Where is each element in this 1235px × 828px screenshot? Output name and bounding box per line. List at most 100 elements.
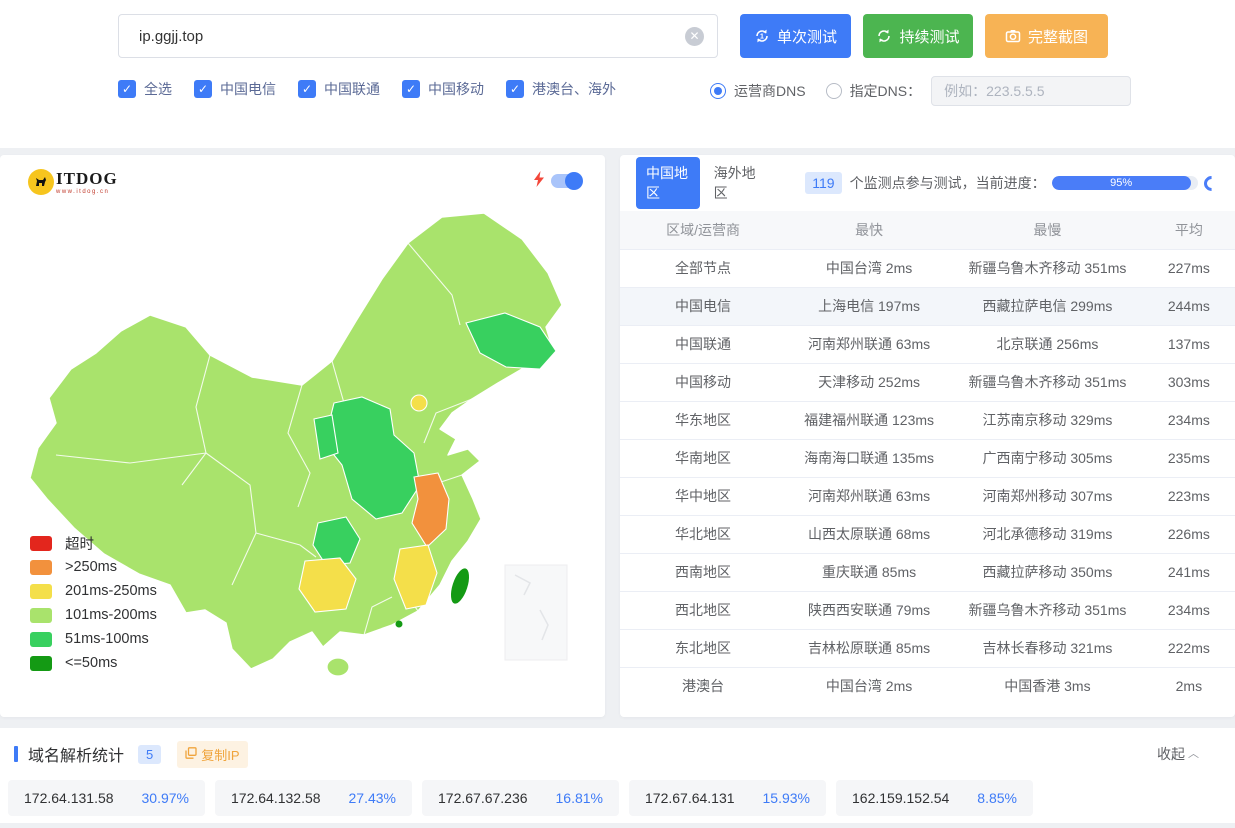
cell-region: 华南地区 bbox=[620, 439, 786, 477]
ip-card-2[interactable]: 172.67.67.23616.81% bbox=[422, 780, 619, 816]
speed-toggle[interactable] bbox=[533, 171, 581, 190]
cell-region: 西南地区 bbox=[620, 553, 786, 591]
tab-overseas-region[interactable]: 海外地区 bbox=[714, 163, 758, 203]
loading-spinner-icon bbox=[1201, 172, 1222, 193]
ip-percentage: 15.93% bbox=[763, 790, 810, 806]
progress-percent: 95% bbox=[1110, 177, 1132, 189]
cell-average: 2ms bbox=[1143, 667, 1235, 705]
dns-resolution-panel: 域名解析统计 5 复制IP 收起 ︿ 172.64.131.5830.97% 17… bbox=[0, 728, 1235, 823]
checkbox-label: 中国电信 bbox=[220, 79, 276, 99]
ip-card-4[interactable]: 162.159.152.548.85% bbox=[836, 780, 1033, 816]
legend-label: 51ms-100ms bbox=[65, 631, 149, 647]
legend-row-1: >250ms bbox=[30, 559, 157, 575]
cell-region: 中国移动 bbox=[620, 363, 786, 401]
carrier-dns-label[interactable]: 运营商DNS bbox=[734, 81, 806, 101]
tab-china-region[interactable]: 中国地区 bbox=[636, 157, 700, 209]
cell-fastest: 山西太原联通 68ms bbox=[786, 515, 952, 553]
map-panel: ITDOG www.itdog.cn 超时>250ms201ms-250ms10… bbox=[0, 155, 605, 717]
column-header: 最快 bbox=[786, 211, 952, 249]
dns-radio-row: 运营商DNS 指定DNS： bbox=[710, 76, 1131, 106]
copy-icon bbox=[185, 747, 197, 762]
cell-average: 222ms bbox=[1143, 629, 1235, 667]
continuous-test-button[interactable]: 持续测试 bbox=[863, 14, 973, 58]
cell-average: 303ms bbox=[1143, 363, 1235, 401]
cell-fastest: 天津移动 252ms bbox=[786, 363, 952, 401]
toggle-track[interactable] bbox=[551, 174, 581, 188]
column-header: 平均 bbox=[1143, 211, 1235, 249]
ip-address: 172.67.67.236 bbox=[438, 790, 528, 806]
checkbox-box[interactable]: ✓ bbox=[402, 80, 420, 98]
cell-slowest: 北京联通 256ms bbox=[952, 325, 1143, 363]
cell-slowest: 新疆乌鲁木齐移动 351ms bbox=[952, 591, 1143, 629]
cell-average: 234ms bbox=[1143, 591, 1235, 629]
table-row: 华北地区山西太原联通 68ms河北承德移动 319ms226ms bbox=[620, 515, 1235, 553]
chevron-up-icon: ︿ bbox=[1188, 749, 1199, 760]
cell-average: 234ms bbox=[1143, 401, 1235, 439]
checkbox-box[interactable]: ✓ bbox=[118, 80, 136, 98]
carrier-dns-radio[interactable] bbox=[710, 83, 726, 99]
checkbox-box[interactable]: ✓ bbox=[194, 80, 212, 98]
host-input[interactable] bbox=[118, 14, 718, 58]
dns-resolution-title: 域名解析统计 bbox=[28, 742, 124, 766]
column-header: 最慢 bbox=[952, 211, 1143, 249]
table-row: 西北地区陕西西安联通 79ms新疆乌鲁木齐移动 351ms234ms bbox=[620, 591, 1235, 629]
table-row: 中国联通河南郑州联通 63ms北京联通 256ms137ms bbox=[620, 325, 1235, 363]
cell-average: 241ms bbox=[1143, 553, 1235, 591]
lightning-icon bbox=[533, 171, 545, 190]
cell-average: 223ms bbox=[1143, 477, 1235, 515]
legend-row-0: 超时 bbox=[30, 535, 157, 551]
checkbox-box[interactable]: ✓ bbox=[298, 80, 316, 98]
full-screenshot-button[interactable]: 完整截图 bbox=[985, 14, 1108, 58]
custom-dns-input[interactable] bbox=[931, 76, 1131, 106]
checkbox-item-4[interactable]: ✓ 港澳台、海外 bbox=[506, 79, 616, 99]
cell-slowest: 西藏拉萨电信 299ms bbox=[952, 287, 1143, 325]
checkbox-item-1[interactable]: ✓ 中国电信 bbox=[194, 79, 276, 99]
collapse-button[interactable]: 收起 ︿ bbox=[1157, 744, 1199, 764]
cell-region: 华北地区 bbox=[620, 515, 786, 553]
cell-region: 全部节点 bbox=[620, 249, 786, 287]
ip-count-badge: 5 bbox=[138, 745, 161, 764]
ip-address: 172.64.132.58 bbox=[231, 790, 321, 806]
legend-swatch bbox=[30, 560, 52, 575]
cell-fastest: 陕西西安联通 79ms bbox=[786, 591, 952, 629]
custom-dns-label[interactable]: 指定DNS： bbox=[850, 81, 922, 101]
itdog-logo-icon bbox=[28, 169, 54, 195]
checkbox-label: 全选 bbox=[144, 79, 172, 99]
ip-card-1[interactable]: 172.64.132.5827.43% bbox=[215, 780, 412, 816]
cell-average: 227ms bbox=[1143, 249, 1235, 287]
checkbox-box[interactable]: ✓ bbox=[506, 80, 524, 98]
ip-card-0[interactable]: 172.64.131.5830.97% bbox=[8, 780, 205, 816]
ip-percentage: 8.85% bbox=[977, 790, 1017, 806]
legend-swatch bbox=[30, 536, 52, 551]
cell-region: 中国联通 bbox=[620, 325, 786, 363]
cell-slowest: 河南郑州移动 307ms bbox=[952, 477, 1143, 515]
ip-card-3[interactable]: 172.67.64.13115.93% bbox=[629, 780, 826, 816]
top-header: ✕ 1 单次测试 持续测试 bbox=[0, 0, 1235, 148]
ip-percentage: 30.97% bbox=[142, 790, 189, 806]
legend-label: >250ms bbox=[65, 559, 117, 575]
checkbox-label: 港澳台、海外 bbox=[532, 79, 616, 99]
legend-label: 超时 bbox=[65, 533, 94, 554]
single-test-button[interactable]: 1 单次测试 bbox=[740, 14, 851, 58]
cell-region: 东北地区 bbox=[620, 629, 786, 667]
itdog-logo-subtitle: www.itdog.cn bbox=[56, 189, 118, 195]
results-panel: 中国地区 海外地区 119 个监测点参与测试，当前进度： 95% 区域/运营商最… bbox=[620, 155, 1235, 717]
table-row: 中国移动天津移动 252ms新疆乌鲁木齐移动 351ms303ms bbox=[620, 363, 1235, 401]
legend-label: 101ms-200ms bbox=[65, 607, 157, 623]
single-test-label: 单次测试 bbox=[777, 26, 837, 47]
collapse-label: 收起 bbox=[1157, 744, 1185, 764]
cell-slowest: 广西南宁移动 305ms bbox=[952, 439, 1143, 477]
checkbox-item-2[interactable]: ✓中国联通 bbox=[298, 79, 380, 99]
custom-dns-radio[interactable] bbox=[826, 83, 842, 99]
checkbox-item-0[interactable]: ✓ 全选 bbox=[118, 79, 172, 99]
table-row: 华中地区河南郑州联通 63ms河南郑州移动 307ms223ms bbox=[620, 477, 1235, 515]
dns-resolution-header: 域名解析统计 5 复制IP 收起 ︿ bbox=[0, 728, 1235, 780]
cell-slowest: 西藏拉萨移动 350ms bbox=[952, 553, 1143, 591]
table-row: 全部节点中国台湾 2ms新疆乌鲁木齐移动 351ms227ms bbox=[620, 249, 1235, 287]
checkbox-item-3[interactable]: ✓中国移动 bbox=[402, 79, 484, 99]
south-china-sea-inset bbox=[505, 565, 567, 660]
clear-input-icon[interactable]: ✕ bbox=[685, 27, 704, 46]
latency-results-table: 区域/运营商最快最慢平均 全部节点中国台湾 2ms新疆乌鲁木齐移动 351ms2… bbox=[620, 211, 1235, 705]
copy-ip-button[interactable]: 复制IP bbox=[177, 741, 247, 768]
cell-fastest: 福建福州联通 123ms bbox=[786, 401, 952, 439]
